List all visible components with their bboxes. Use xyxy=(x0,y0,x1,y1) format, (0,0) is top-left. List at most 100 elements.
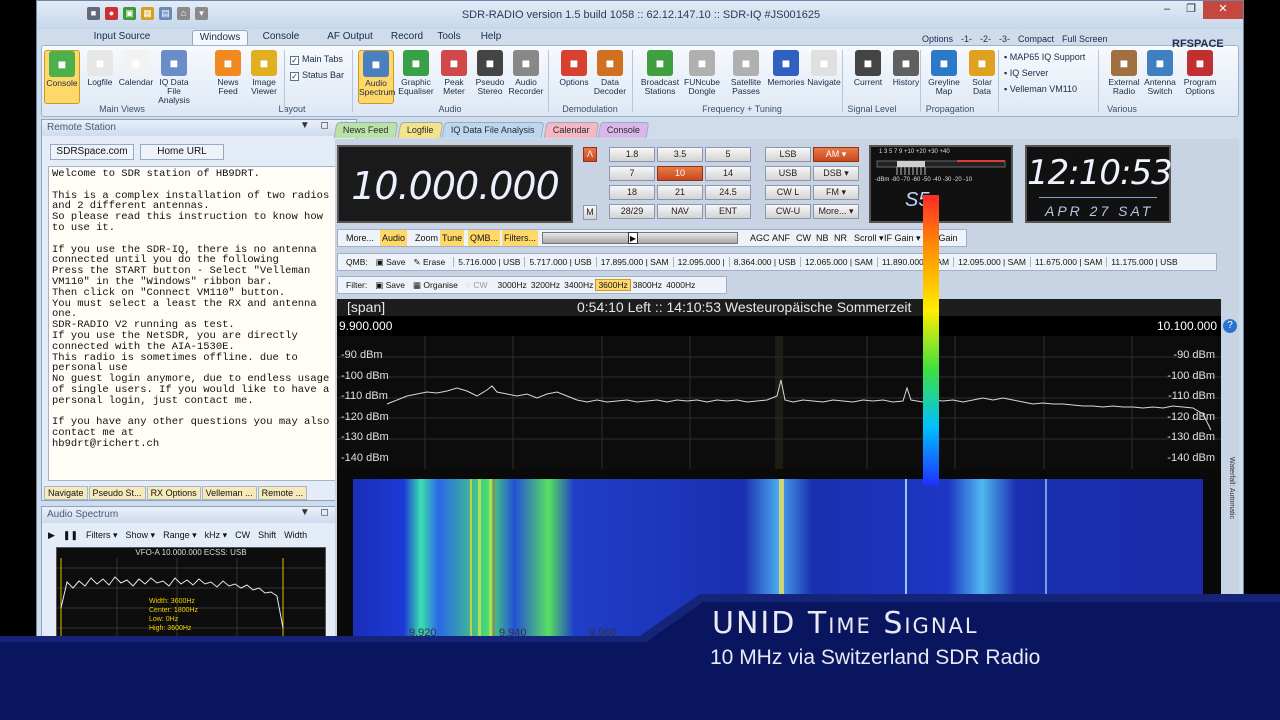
band-10-button[interactable]: 10 xyxy=(657,166,703,181)
various-velleman-vm110[interactable]: ▪ Velleman VM110 xyxy=(1004,84,1077,94)
layout-status-bar-checkbox[interactable]: ✓ Status Bar xyxy=(290,70,344,81)
toolbar-anf[interactable]: ANF xyxy=(770,230,792,246)
mode-more-button[interactable]: More... ▾ xyxy=(813,204,859,219)
filter-width-3200hz[interactable]: 3200Hz xyxy=(529,280,562,290)
broadcast-stations-button[interactable]: ■ Broadcast Stations xyxy=(640,50,680,104)
ribbon-tab-help[interactable]: Help xyxy=(479,30,503,45)
mode-am-button[interactable]: AM ▾ xyxy=(813,147,859,162)
tool-show[interactable]: Show ▾ xyxy=(126,527,156,543)
tuning-marker[interactable] xyxy=(775,336,783,469)
band-5-button[interactable]: 5 xyxy=(705,147,751,162)
data-decoder-button[interactable]: ■ Data Decoder xyxy=(592,50,628,104)
filter-save-button[interactable]: ▣ Save xyxy=(375,280,405,290)
band-28-29-button[interactable]: 28/29 xyxy=(609,204,655,219)
band-14-button[interactable]: 14 xyxy=(705,166,751,181)
bottom-tab-remote[interactable]: Remote ... xyxy=(257,486,308,500)
help-icon[interactable]: ? xyxy=(1223,319,1237,333)
graphic-equaliser-button[interactable]: ■ Graphic Equaliser xyxy=(398,50,434,104)
mode-cw-u-button[interactable]: CW-U xyxy=(765,204,811,219)
close-button[interactable]: ✕ xyxy=(1203,1,1243,19)
image-viewer-button[interactable]: ■ Image Viewer xyxy=(246,50,282,104)
full-screen-button[interactable]: Full Screen xyxy=(1062,34,1108,44)
satellite-passes-button[interactable]: ■ Satellite Passes xyxy=(726,50,766,104)
filter-width-3600hz[interactable]: 3600Hz xyxy=(595,279,631,291)
memories-button[interactable]: ■ Memories xyxy=(766,50,806,104)
mode-fm-button[interactable]: FM ▾ xyxy=(813,185,859,200)
iq-data-file-analysis-button[interactable]: ■ IQ Data File Analysis xyxy=(156,50,192,105)
logfile-button[interactable]: ■ Logfile xyxy=(82,50,118,104)
toolbar-if-gain[interactable]: IF Gain ▾ xyxy=(882,230,923,246)
tool-filters[interactable]: Filters ▾ xyxy=(86,527,118,543)
doc-tab-news-feed[interactable]: News Feed xyxy=(333,122,398,138)
minimize-button[interactable]: – xyxy=(1155,1,1179,19)
funcube-dongle-button[interactable]: ■ FUNcube Dongle xyxy=(682,50,722,104)
bottom-tab-navigate[interactable]: Navigate xyxy=(44,486,88,500)
various-iq-server[interactable]: ▪ IQ Server xyxy=(1004,68,1048,78)
home-url-button[interactable]: Home URL xyxy=(140,144,224,160)
ribbon-tab-windows[interactable]: Windows xyxy=(192,30,248,45)
mode-usb-button[interactable]: USB xyxy=(765,166,811,181)
toolbar-more[interactable]: More... xyxy=(344,230,376,246)
memory-button[interactable]: M xyxy=(583,205,597,220)
current-button[interactable]: ■ Current xyxy=(850,50,886,104)
mode-cw-l-button[interactable]: CW L xyxy=(765,185,811,200)
span-label[interactable]: [span] xyxy=(347,299,385,316)
filter-width-3400hz[interactable]: 3400Hz xyxy=(562,280,595,290)
band-7-button[interactable]: 7 xyxy=(609,166,655,181)
sdrspace-button[interactable]: SDRSpace.com xyxy=(50,144,134,160)
bottom-tab-rx-options[interactable]: RX Options xyxy=(146,486,201,500)
qmb-entry[interactable]: 12.065.000 | SAM xyxy=(799,257,877,267)
band-3-5-button[interactable]: 3.5 xyxy=(657,147,703,162)
ribbon-tab-console[interactable]: Console xyxy=(259,30,303,45)
toolbar-nb[interactable]: NB xyxy=(814,230,831,246)
toolbar-audio[interactable]: Audio xyxy=(380,230,408,246)
toolbar-agc[interactable]: AGC xyxy=(748,230,772,246)
qmb-entry[interactable]: 12.095.000 | SAM xyxy=(953,257,1031,267)
bottom-tab-velleman[interactable]: Velleman ... xyxy=(201,486,257,500)
calendar-button[interactable]: ■ Calendar xyxy=(118,50,154,104)
band-nav-button[interactable]: NAV xyxy=(657,204,703,219)
doc-tab-calendar[interactable]: Calendar xyxy=(543,122,599,138)
mode-lsb-button[interactable]: LSB xyxy=(765,147,811,162)
play-icon[interactable]: ▶ xyxy=(48,527,55,543)
qmb-entry[interactable]: 5.716.000 | USB xyxy=(453,257,525,267)
console-button[interactable]: ■ Console xyxy=(44,50,80,104)
audio-recorder-button[interactable]: ■ Audio Recorder xyxy=(508,50,544,104)
toolbar-cw[interactable]: CW xyxy=(794,230,813,246)
qmb-erase-button[interactable]: ✎ Erase xyxy=(414,257,446,267)
qmb-entry[interactable]: 17.895.000 | SAM xyxy=(595,257,673,267)
doc-tab-logfile[interactable]: Logfile xyxy=(397,122,443,138)
qmb-entry[interactable]: 12.095.000 | xyxy=(672,257,729,267)
tool-shift[interactable]: Shift xyxy=(258,527,276,543)
qmb-entry[interactable]: 11.890.000 | SAM xyxy=(876,257,954,267)
filter-width-3800hz[interactable]: 3800Hz xyxy=(631,280,664,290)
doc-tab-iq-data-file-analysis[interactable]: IQ Data File Analysis xyxy=(441,122,545,138)
filter-width-4000hz[interactable]: 4000Hz xyxy=(664,280,697,290)
history-button[interactable]: ■ History xyxy=(888,50,924,104)
view-2-button[interactable]: -2- xyxy=(980,34,991,44)
ribbon-tab-record[interactable]: Record xyxy=(387,30,427,45)
band-18-button[interactable]: 18 xyxy=(609,185,655,200)
filter-organise-button[interactable]: ▦ Organise xyxy=(413,280,458,290)
news-feed-button[interactable]: ■ News Feed xyxy=(210,50,246,104)
navigate-button[interactable]: ■ Navigate xyxy=(804,50,844,104)
band-1-8-button[interactable]: 1.8 xyxy=(609,147,655,162)
tuning-slider[interactable] xyxy=(542,232,738,244)
program-options-button[interactable]: ■ Program Options xyxy=(1182,50,1218,104)
ribbon-tab-input-source[interactable]: Input Source xyxy=(89,30,155,45)
mode-dsb-button[interactable]: DSB ▾ xyxy=(813,166,859,181)
external-radio-button[interactable]: ■ External Radio xyxy=(1106,50,1142,104)
waterfall-colorbar[interactable] xyxy=(923,195,939,485)
view-1-button[interactable]: -1- xyxy=(961,34,972,44)
toolbar-tune[interactable]: Tune xyxy=(440,230,465,246)
view-3-button[interactable]: -3- xyxy=(999,34,1010,44)
pause-icon[interactable]: ❚❚ xyxy=(63,527,78,543)
restore-button[interactable]: ❐ xyxy=(1179,1,1203,19)
antenna-switch-button[interactable]: ■ Antenna Switch xyxy=(1142,50,1178,104)
lock-button[interactable]: Λ xyxy=(583,147,597,162)
tuning-slider-thumb[interactable]: ▶ xyxy=(628,232,638,244)
band-24-5-button[interactable]: 24.5 xyxy=(705,185,751,200)
toolbar-qmb[interactable]: QMB... xyxy=(468,230,501,246)
pseudo-stereo-button[interactable]: ■ Pseudo Stereo xyxy=(472,50,508,104)
tool-range[interactable]: Range ▾ xyxy=(163,527,197,543)
